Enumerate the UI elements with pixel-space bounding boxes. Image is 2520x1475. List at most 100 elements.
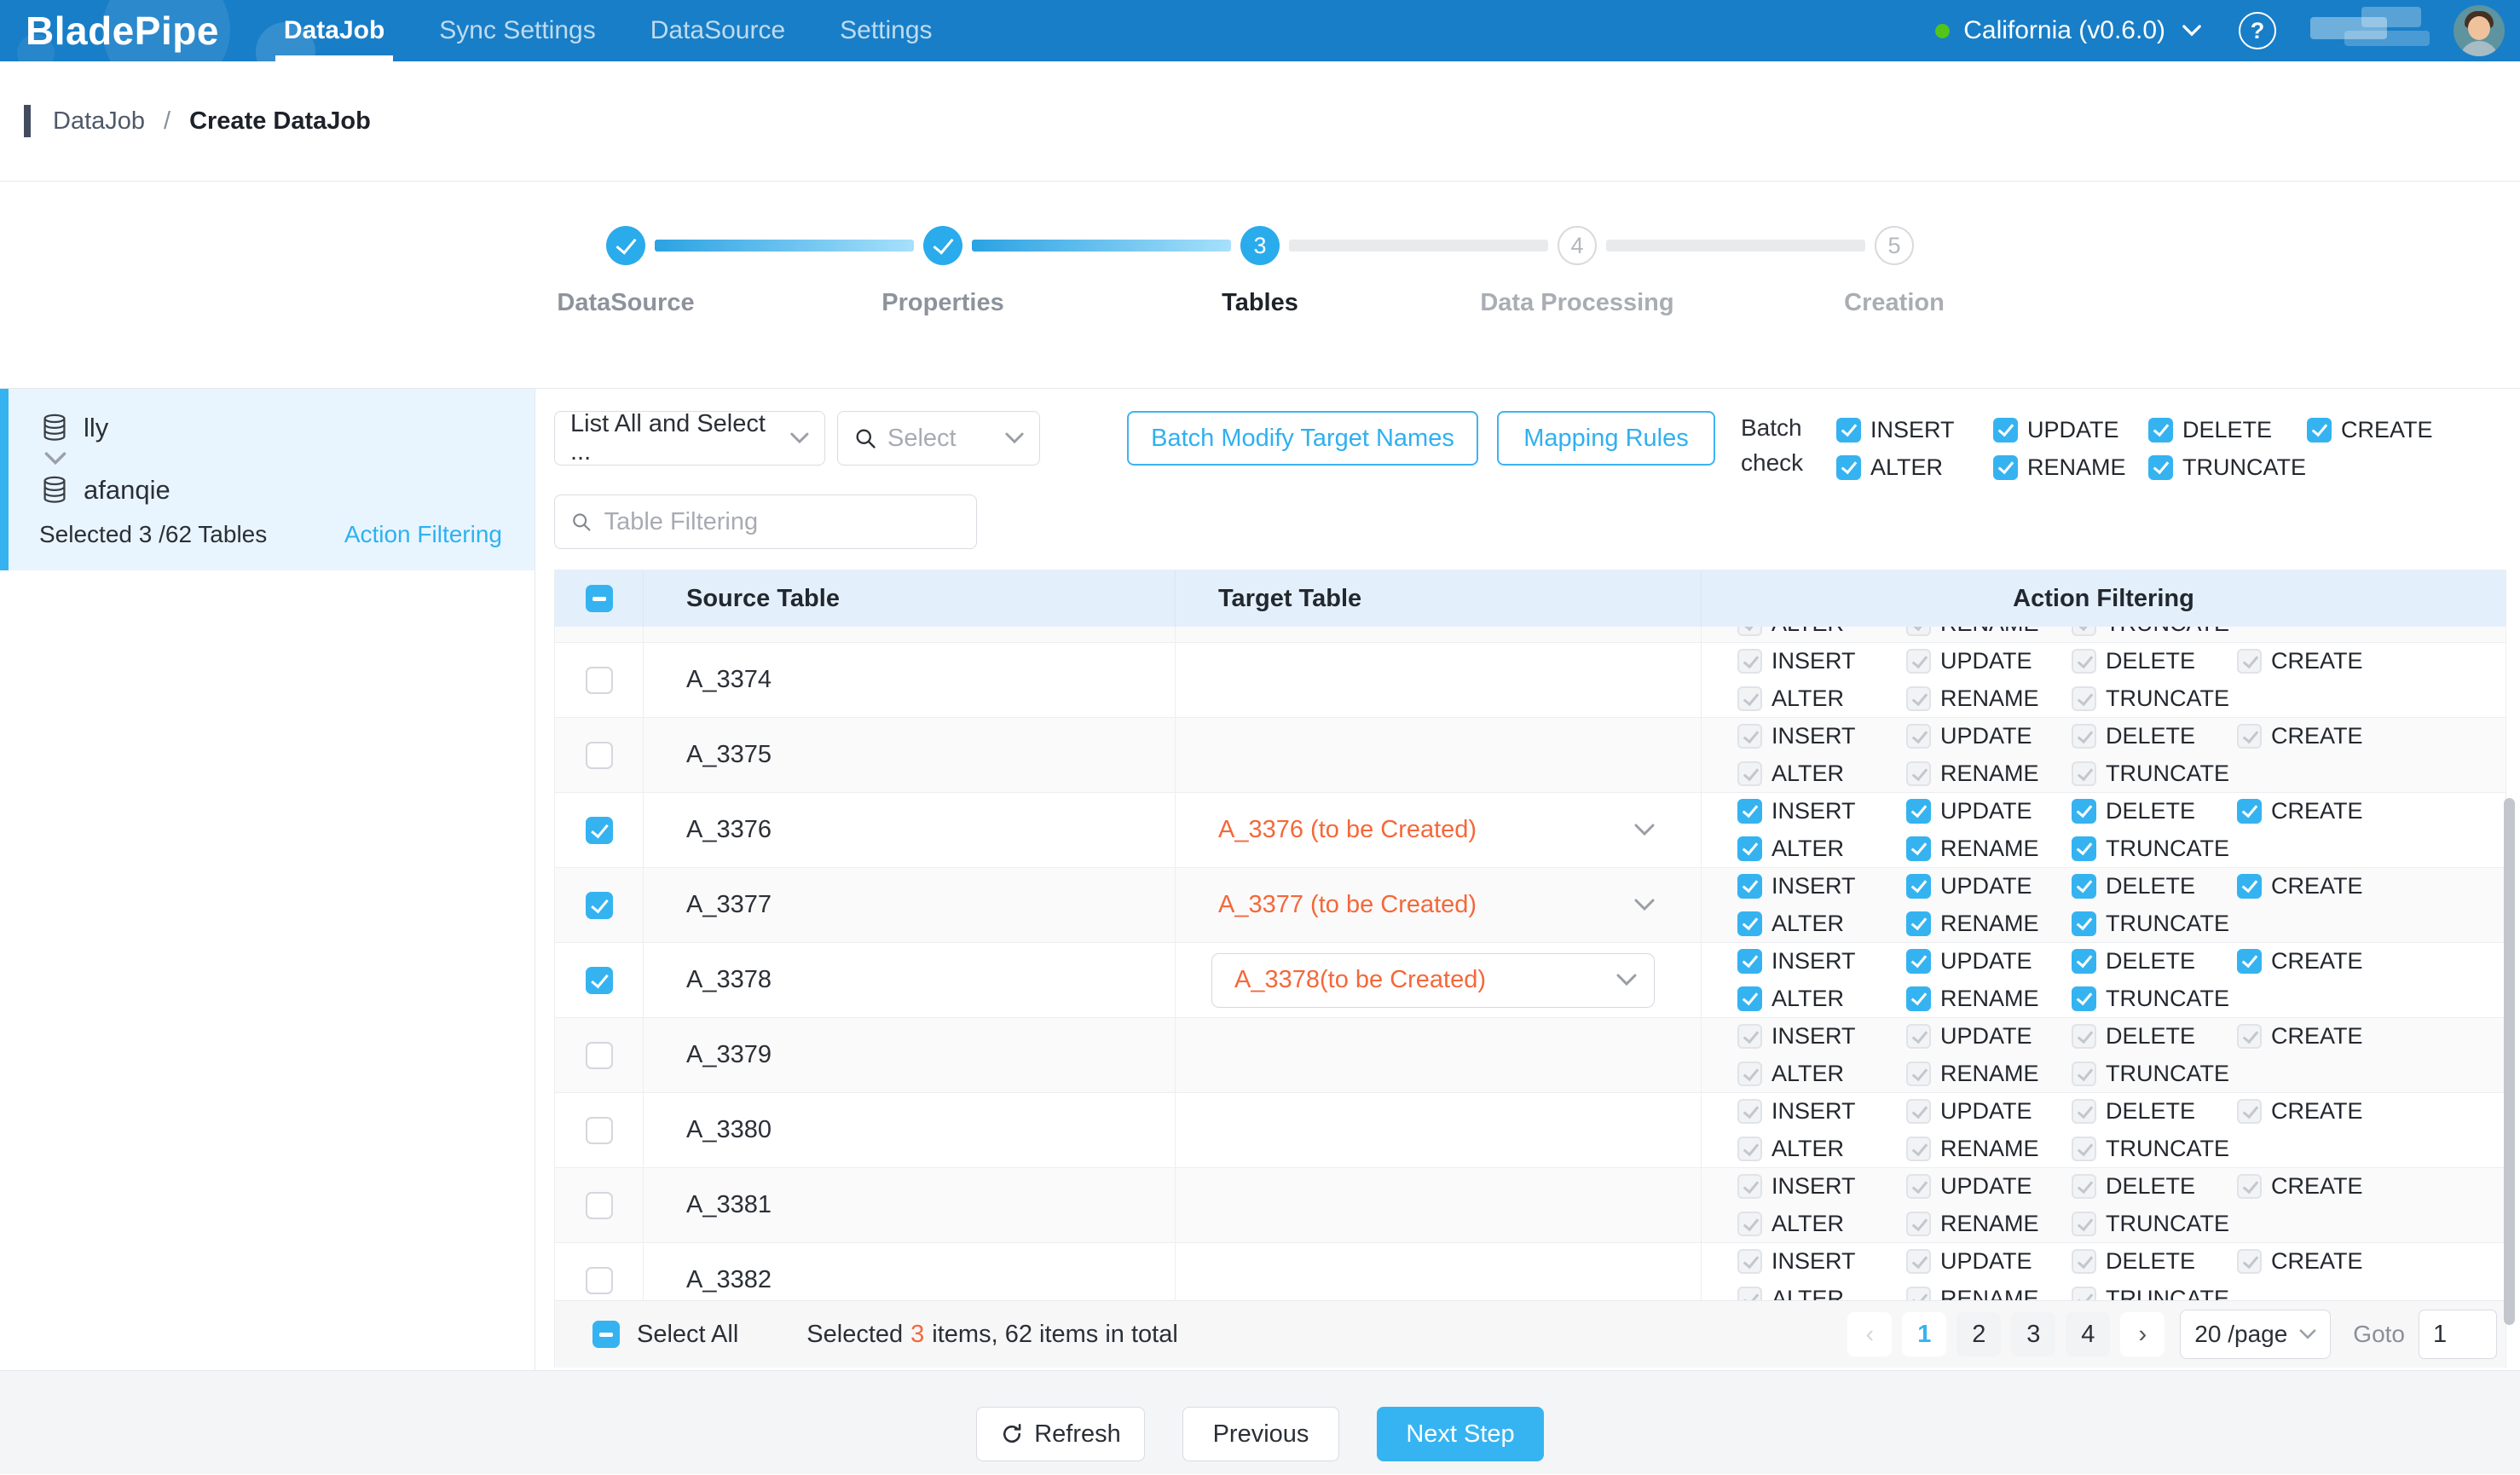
page-next-button[interactable]: › (2120, 1312, 2165, 1356)
breadcrumb-parent[interactable]: DataJob (53, 107, 145, 136)
page-button-1[interactable]: 1 (1902, 1312, 1946, 1356)
action-checkbox[interactable] (1737, 986, 1762, 1011)
source-table-name: A_3380 (644, 1093, 1176, 1167)
source-table-name: A_3381 (644, 1168, 1176, 1242)
action-checkbox[interactable] (2237, 799, 2262, 824)
select-all-header-checkbox[interactable] (586, 585, 613, 612)
page-button-4[interactable]: 4 (2066, 1312, 2110, 1356)
action-checkbox[interactable] (1836, 455, 1861, 480)
action-checkbox[interactable] (1737, 911, 1762, 936)
action-insert: INSERT (1737, 1023, 1906, 1050)
goto-page-input[interactable] (2419, 1310, 2497, 1359)
select-all-label: Select All (637, 1321, 738, 1349)
row-checkbox[interactable] (586, 742, 613, 769)
action-checkbox[interactable] (2072, 799, 2096, 824)
page-prev-button[interactable]: ‹ (1847, 1312, 1892, 1356)
row-checkbox[interactable] (586, 667, 613, 694)
action-checkbox[interactable] (2237, 874, 2262, 899)
action-checkbox[interactable] (2072, 949, 2096, 974)
action-checkbox[interactable] (1737, 836, 1762, 861)
row-checkbox[interactable] (586, 1117, 613, 1144)
action-delete: DELETE (2072, 873, 2237, 899)
action-label: CREATE (2271, 723, 2363, 749)
batch-modify-target-names-button[interactable]: Batch Modify Target Names (1127, 411, 1478, 466)
vertical-scrollbar[interactable] (2504, 798, 2515, 1325)
page-button-2[interactable]: 2 (1956, 1312, 2001, 1356)
action-label: DELETE (2106, 1098, 2195, 1125)
region-version-label[interactable]: California (v0.6.0) (1963, 16, 2165, 45)
action-update: UPDATE (1906, 873, 2072, 899)
help-icon[interactable]: ? (2239, 12, 2276, 49)
action-checkbox[interactable] (1906, 874, 1931, 899)
nav-datajob[interactable]: DataJob (275, 0, 393, 61)
action-checkbox[interactable] (2237, 949, 2262, 974)
target-table-name[interactable]: A_3376 (to be Created) (1218, 816, 1477, 844)
chevron-down-icon[interactable] (1634, 899, 1655, 912)
action-checkbox (2072, 1174, 2096, 1199)
table-row: A_3378 A_3378(to be Created) INSERTALTER… (555, 943, 2506, 1018)
row-checkbox[interactable] (586, 967, 613, 994)
action-alter: ALTER (1737, 685, 1906, 712)
chevron-down-icon (790, 432, 809, 445)
action-checkbox[interactable] (1906, 986, 1931, 1011)
action-checkbox[interactable] (1906, 799, 1931, 824)
action-checkbox[interactable] (2072, 836, 2096, 861)
previous-button[interactable]: Previous (1182, 1407, 1339, 1461)
action-checkbox[interactable] (2307, 418, 2332, 442)
nav-datasource[interactable]: DataSource (642, 0, 794, 61)
action-label: UPDATE (1940, 1173, 2032, 1200)
action-label: ALTER (1772, 911, 1844, 937)
action-checkbox[interactable] (2148, 455, 2173, 480)
action-checkbox[interactable] (1906, 836, 1931, 861)
db-pair-item-selected[interactable]: lly afanqie Selected 3 /62 Tables Action… (0, 389, 535, 570)
action-checkbox[interactable] (1993, 418, 2018, 442)
action-checkbox[interactable] (1737, 874, 1762, 899)
action-checkbox[interactable] (2072, 986, 2096, 1011)
action-checkbox (1737, 1137, 1762, 1161)
action-label: CREATE (2271, 648, 2363, 674)
action-delete: DELETE (2072, 1023, 2237, 1050)
avatar[interactable] (2454, 5, 2505, 56)
nav-settings[interactable]: Settings (831, 0, 940, 61)
row-checkbox[interactable] (586, 1192, 613, 1219)
select-all-checkbox[interactable] (592, 1321, 620, 1348)
action-checkbox[interactable] (1737, 799, 1762, 824)
chevron-down-icon[interactable] (2182, 25, 2201, 38)
page-button-3[interactable]: 3 (2011, 1312, 2055, 1356)
target-table-name[interactable]: A_3377 (to be Created) (1218, 891, 1477, 919)
step-label: Tables (1101, 289, 1419, 317)
action-checkbox[interactable] (2072, 874, 2096, 899)
table-select-dropdown[interactable]: Select (837, 411, 1040, 466)
row-checkbox[interactable] (586, 1042, 613, 1069)
action-checkbox (2072, 686, 2096, 711)
action-checkbox[interactable] (1906, 949, 1931, 974)
step-label: Creation (1736, 289, 2053, 317)
action-label: ALTER (1772, 1286, 1844, 1300)
action-label: DELETE (2182, 417, 2272, 443)
action-checkbox[interactable] (1836, 418, 1861, 442)
chevron-down-icon[interactable] (1634, 824, 1655, 837)
table-filtering-input[interactable] (604, 508, 961, 536)
action-filtering-link[interactable]: Action Filtering (344, 521, 502, 548)
action-checkbox[interactable] (1906, 911, 1931, 936)
action-checkbox[interactable] (2072, 911, 2096, 936)
row-checkbox[interactable] (586, 817, 613, 844)
action-label: TRUNCATE (2106, 1061, 2229, 1087)
mapping-rules-button[interactable]: Mapping Rules (1497, 411, 1715, 466)
row-checkbox[interactable] (586, 1267, 613, 1294)
page-size-select[interactable]: 20 /page (2180, 1310, 2331, 1359)
action-checkbox[interactable] (2148, 418, 2173, 442)
next-step-button[interactable]: Next Step (1377, 1407, 1544, 1461)
row-checkbox[interactable] (586, 892, 613, 919)
list-mode-select[interactable]: List All and Select ... (554, 411, 825, 466)
action-rename: RENAME (1906, 685, 2072, 712)
status-dot (1935, 24, 1950, 38)
action-checkbox[interactable] (1993, 455, 2018, 480)
nav-sync-settings[interactable]: Sync Settings (431, 0, 604, 61)
action-checkbox[interactable] (1737, 949, 1762, 974)
username-redacted (2310, 14, 2438, 48)
action-label: RENAME (1940, 1211, 2039, 1237)
database-icon (39, 475, 70, 506)
refresh-button[interactable]: Refresh (976, 1407, 1145, 1461)
target-table-select[interactable]: A_3378(to be Created) (1211, 953, 1655, 1008)
